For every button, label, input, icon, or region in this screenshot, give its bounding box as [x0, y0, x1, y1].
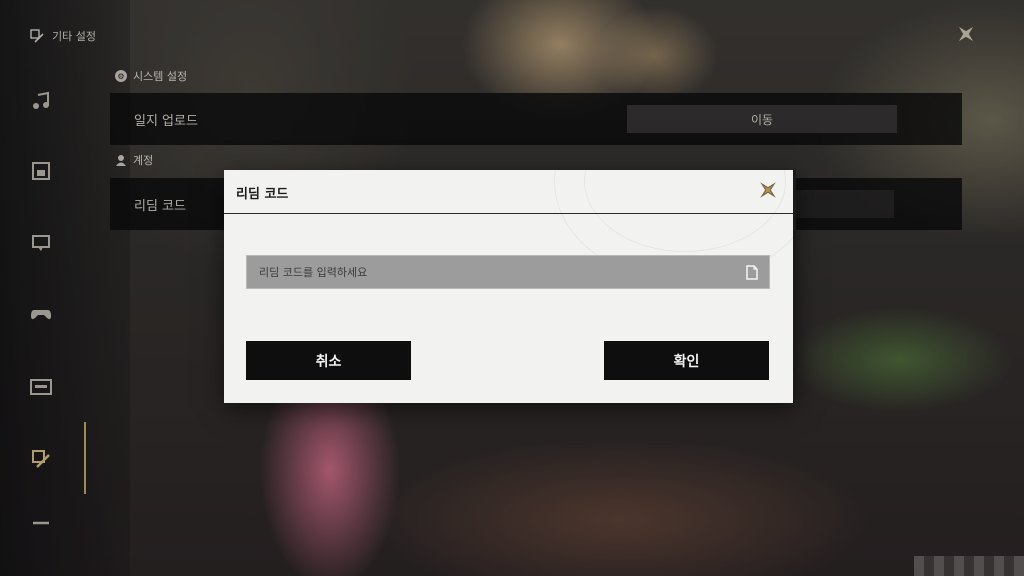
cancel-button[interactable]: 취소 — [246, 341, 411, 380]
confirm-button[interactable]: 확인 — [604, 341, 769, 380]
watermark — [914, 556, 1024, 576]
paste-icon[interactable] — [745, 265, 759, 280]
dialog-title: 리딤 코드 — [236, 187, 289, 202]
close-icon[interactable] — [755, 177, 781, 203]
dialog-header: 리딤 코드 — [224, 170, 793, 214]
redeem-code-field — [246, 255, 770, 289]
redeem-code-dialog: 리딤 코드 취소 확인 — [224, 170, 796, 403]
redeem-code-input[interactable] — [247, 256, 733, 288]
